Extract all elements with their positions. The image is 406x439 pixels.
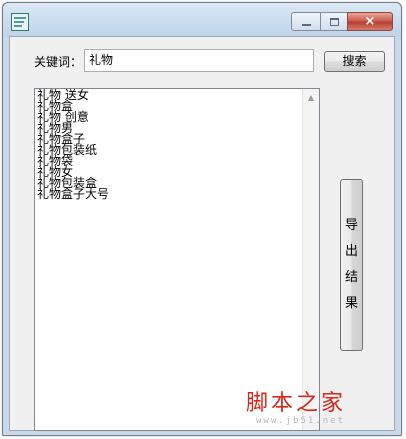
export-results-button[interactable]: 导出结果 xyxy=(340,179,363,351)
export-button-char: 出 xyxy=(344,244,358,259)
watermark-url: www.jb51.net xyxy=(256,416,346,426)
maximize-icon xyxy=(329,17,339,26)
results-list[interactable]: 礼物 送女 礼物盒 礼物 创意 礼物男 礼物盒子 礼物包装纸 礼物袋 礼物女 礼物包装盒 礼物盒子… xyxy=(34,88,320,431)
close-icon: × xyxy=(364,14,376,29)
vertical-scrollbar[interactable]: ▲ xyxy=(302,89,319,430)
minimize-button[interactable] xyxy=(291,12,320,31)
watermark-brand: 脚本之家 xyxy=(246,391,347,416)
list-item[interactable]: 礼物袋 xyxy=(37,155,299,167)
export-button-char: 结 xyxy=(344,270,358,285)
keyword-label: 关键词： xyxy=(34,55,83,69)
export-button-char: 导 xyxy=(344,218,358,233)
list-item[interactable]: 礼物包装纸 xyxy=(37,144,299,156)
list-item[interactable]: 礼物盒子大号 xyxy=(37,188,299,200)
scroll-up-arrow-icon[interactable]: ▲ xyxy=(303,89,319,106)
close-button[interactable]: × xyxy=(347,12,393,31)
title-bar[interactable]: × xyxy=(3,3,401,37)
watermark: 脚本之家 www.jb51.net xyxy=(246,392,386,432)
search-button[interactable]: 搜索 xyxy=(324,51,385,72)
app-window: × 关键词： 礼物 搜索 礼物 送女 礼物盒 礼物 创意 礼物男 礼物盒子 礼物包装纸 礼物… xyxy=(2,2,402,436)
maximize-button[interactable] xyxy=(320,12,347,31)
export-button-char: 果 xyxy=(344,296,358,311)
list-item[interactable]: 礼物 创意 xyxy=(37,111,299,123)
results-items: 礼物 送女 礼物盒 礼物 创意 礼物男 礼物盒子 礼物包装纸 礼物袋 礼物女 礼物包装盒 礼物盒子… xyxy=(37,89,299,200)
app-icon xyxy=(11,13,29,31)
list-item[interactable]: 礼物 送女 xyxy=(37,89,299,101)
keyword-input[interactable]: 礼物 xyxy=(84,49,314,72)
minimize-icon xyxy=(301,23,311,26)
client-area: 关键词： 礼物 搜索 礼物 送女 礼物盒 礼物 创意 礼物男 礼物盒子 礼物包装纸 礼物袋礼… xyxy=(9,36,395,431)
